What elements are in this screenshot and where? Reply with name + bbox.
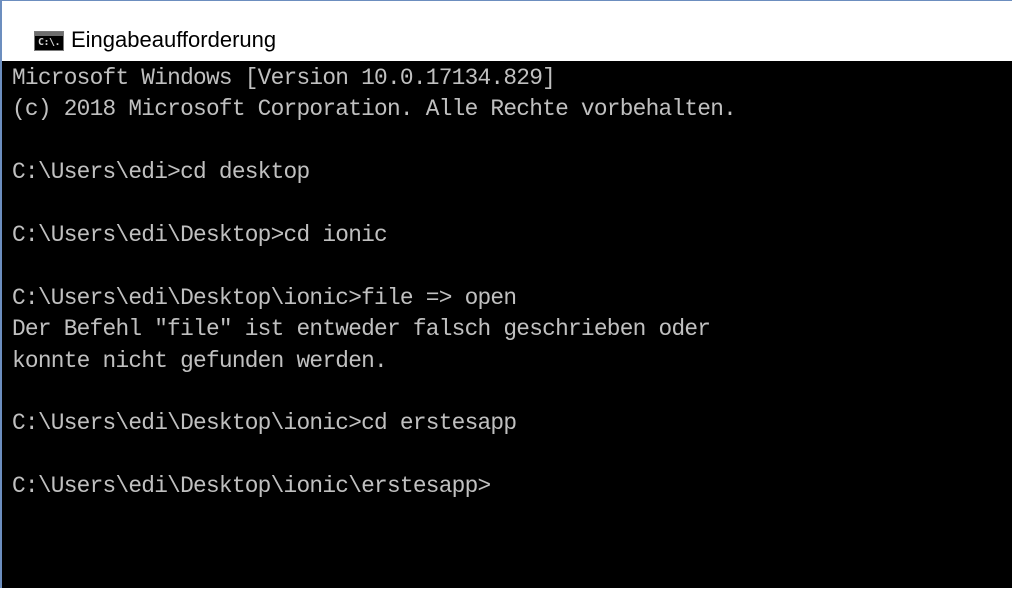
console-line: Microsoft Windows [Version 10.0.17134.82… <box>12 65 556 91</box>
console-line: C:\Users\edi>cd desktop <box>12 159 310 186</box>
console-line: Der Befehl "file" ist entweder falsch ge… <box>12 316 711 343</box>
prompt-line[interactable]: C:\Users\edi\Desktop\ionic\erstesapp> <box>12 471 1012 502</box>
console-line: C:\Users\edi\Desktop\ionic>file => open <box>12 284 517 311</box>
console-output[interactable]: Microsoft Windows [Version 10.0.17134.82… <box>12 63 1012 589</box>
command-prompt-icon[interactable]: C:\. <box>34 31 64 51</box>
console-line: C:\Users\edi\Desktop\ionic>cd erstesapp <box>12 410 517 437</box>
console-line: C:\Users\edi\Desktop>cd ionic <box>12 221 388 248</box>
title-bar[interactable]: C:\. Eingabeaufforderung <box>2 1 1012 61</box>
console-line: konnte nicht gefunden werden. <box>12 347 388 374</box>
command-prompt-window: C:\. Eingabeaufforderung Microsoft Windo… <box>0 0 1012 588</box>
window-title: Eingabeaufforderung <box>71 27 277 52</box>
icon-label: C:\. <box>38 37 61 48</box>
console-line: (c) 2018 Microsoft Corporation. Alle Rec… <box>12 96 737 123</box>
